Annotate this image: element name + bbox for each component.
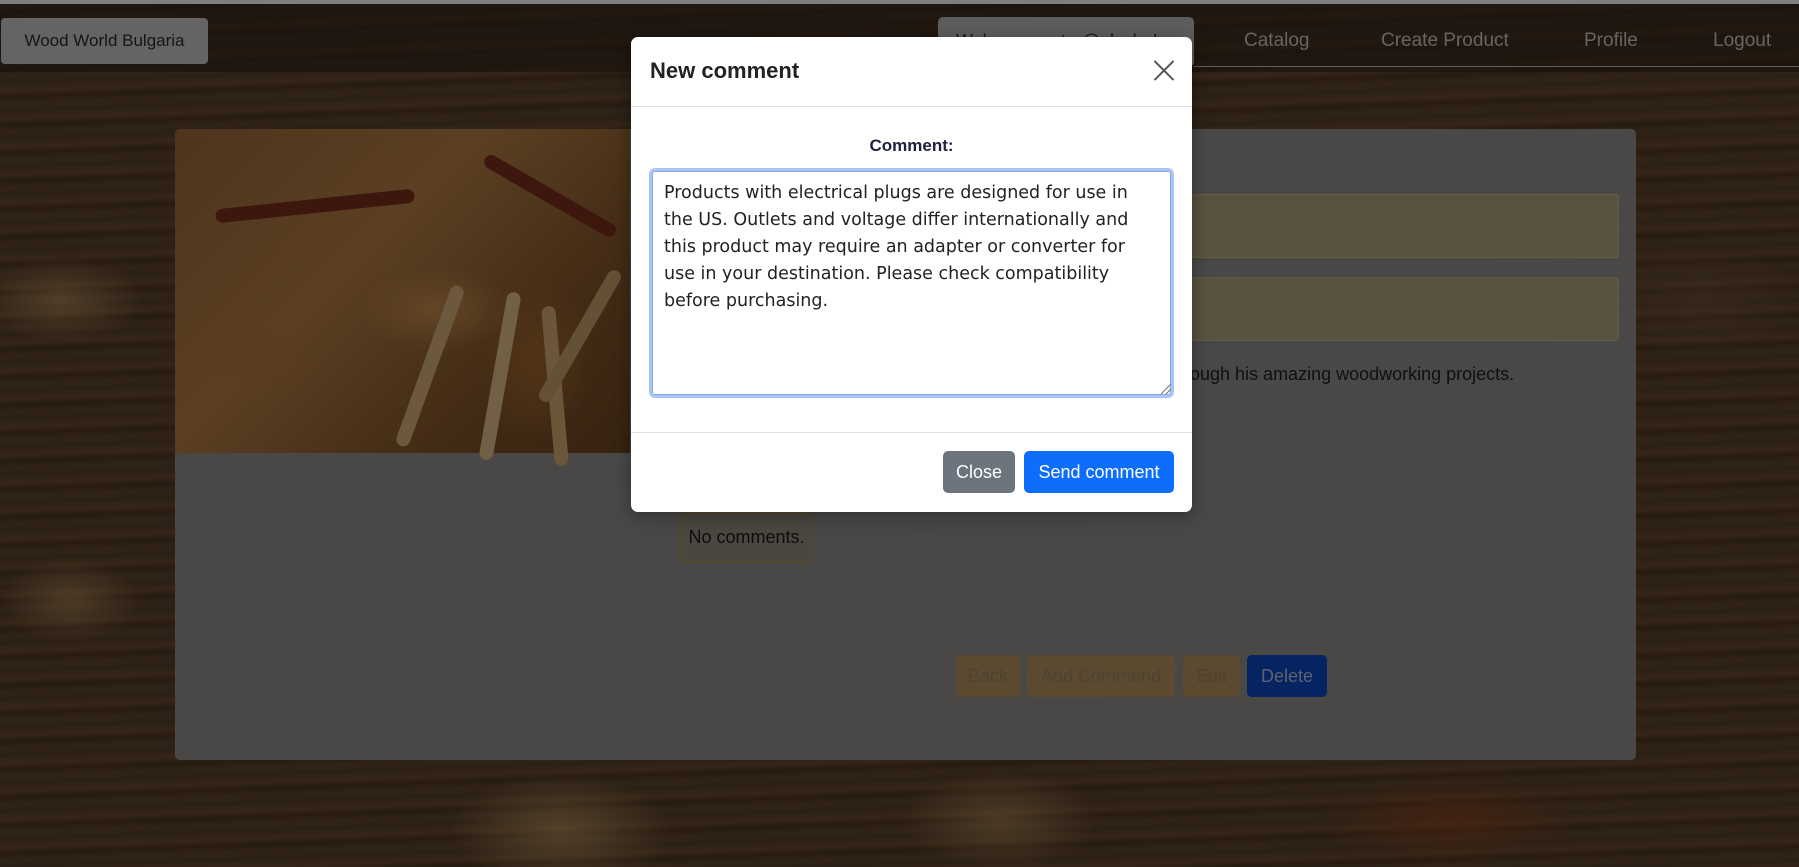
new-comment-modal: New comment Comment: Products with elect…	[631, 37, 1192, 512]
comment-label: Comment:	[869, 136, 954, 155]
close-button[interactable]: Close	[943, 451, 1015, 493]
modal-footer-divider	[631, 432, 1192, 433]
close-icon[interactable]	[1150, 56, 1178, 84]
modal-header: New comment	[631, 37, 1192, 107]
resize-handle-icon[interactable]	[1161, 384, 1171, 394]
send-comment-button[interactable]: Send comment	[1024, 451, 1174, 493]
comment-textarea[interactable]: Products with electrical plugs are desig…	[649, 168, 1174, 398]
modal-title: New comment	[650, 58, 800, 83]
